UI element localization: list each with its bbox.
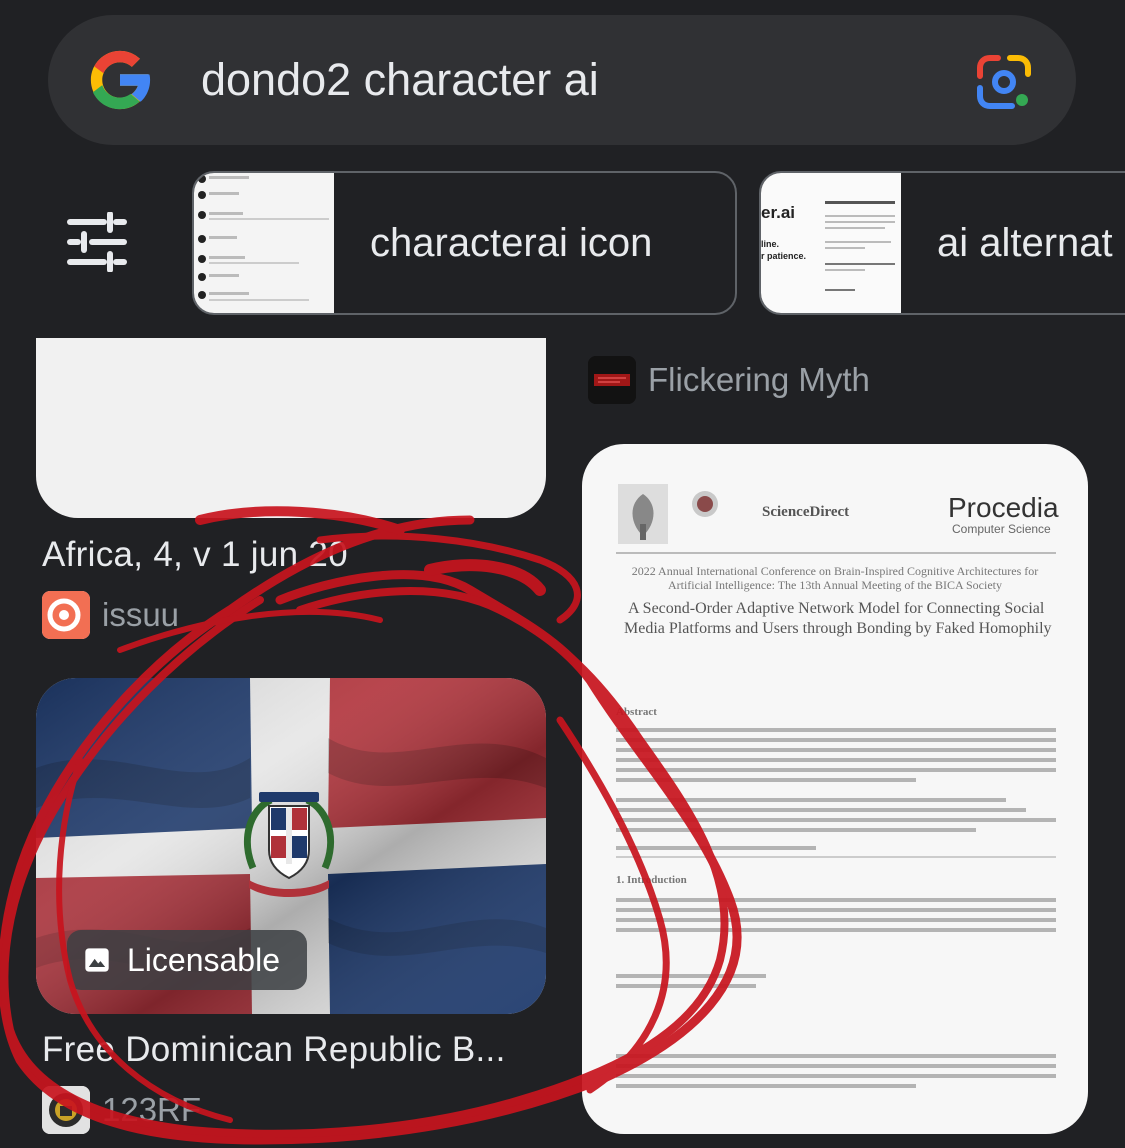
licensable-badge: Licensable bbox=[67, 930, 307, 990]
related-search-chip-ai-alternative[interactable]: er.ai line. r patience. ai alternat bbox=[759, 171, 1125, 315]
paper-title-line2: Media Platforms and Users through Bondin… bbox=[624, 620, 1052, 637]
chip-label: characterai icon bbox=[370, 221, 653, 265]
paper-abstract-heading: Abstract bbox=[616, 706, 657, 718]
chip-thumb-text: line. bbox=[761, 239, 780, 249]
result-image-paper[interactable]: ScienceDirect Procedia Computer Science … bbox=[582, 444, 1088, 1134]
paper-divider bbox=[616, 552, 1056, 554]
image-icon bbox=[83, 946, 111, 974]
sciencedirect-seal-icon bbox=[692, 491, 718, 517]
paper-logo-label: ScienceDirect bbox=[762, 504, 850, 520]
chip-thumbnail: er.ai line. r patience. bbox=[761, 173, 901, 313]
123rf-favicon bbox=[42, 1086, 90, 1134]
chip-thumb-text: r patience. bbox=[761, 251, 807, 261]
search-query[interactable]: dondo2 character ai bbox=[201, 48, 599, 112]
result-title-dominican-flag[interactable]: Free Dominican Republic B... bbox=[42, 1027, 506, 1073]
result-source-123rf[interactable]: 123RF bbox=[102, 1088, 201, 1132]
flickering-myth-favicon bbox=[588, 356, 636, 404]
search-header: dondo2 character ai characterai icon er.… bbox=[0, 0, 1125, 338]
paper-title-line1: A Second-Order Adaptive Network Model fo… bbox=[628, 600, 1045, 617]
chip-thumbnail bbox=[194, 173, 334, 313]
google-lens-icon[interactable] bbox=[972, 50, 1036, 114]
paper-intro-heading: 1. Introduction bbox=[616, 874, 687, 886]
result-source-flickering-myth[interactable]: Flickering Myth bbox=[648, 358, 870, 402]
chip-thumb-text: er.ai bbox=[761, 203, 796, 222]
elsevier-logo bbox=[618, 484, 668, 544]
paper-heading: 2022 Annual International Conference on … bbox=[631, 564, 1039, 592]
paper-body-text bbox=[616, 728, 1056, 1088]
chip-label: ai alternat bbox=[937, 221, 1113, 265]
related-search-chip-characterai-icon[interactable]: characterai icon bbox=[192, 171, 737, 315]
licensable-label: Licensable bbox=[127, 942, 280, 978]
paper-journal-sub: Computer Science bbox=[952, 522, 1051, 536]
google-logo-icon[interactable] bbox=[82, 42, 158, 118]
result-source-issuu[interactable]: issuu bbox=[102, 593, 179, 637]
issuu-favicon bbox=[42, 591, 90, 639]
result-title-africa[interactable]: Africa, 4, v 1 jun 20 bbox=[42, 532, 348, 578]
filter-tune-icon[interactable] bbox=[64, 212, 130, 272]
paper-journal: Procedia bbox=[948, 492, 1059, 523]
